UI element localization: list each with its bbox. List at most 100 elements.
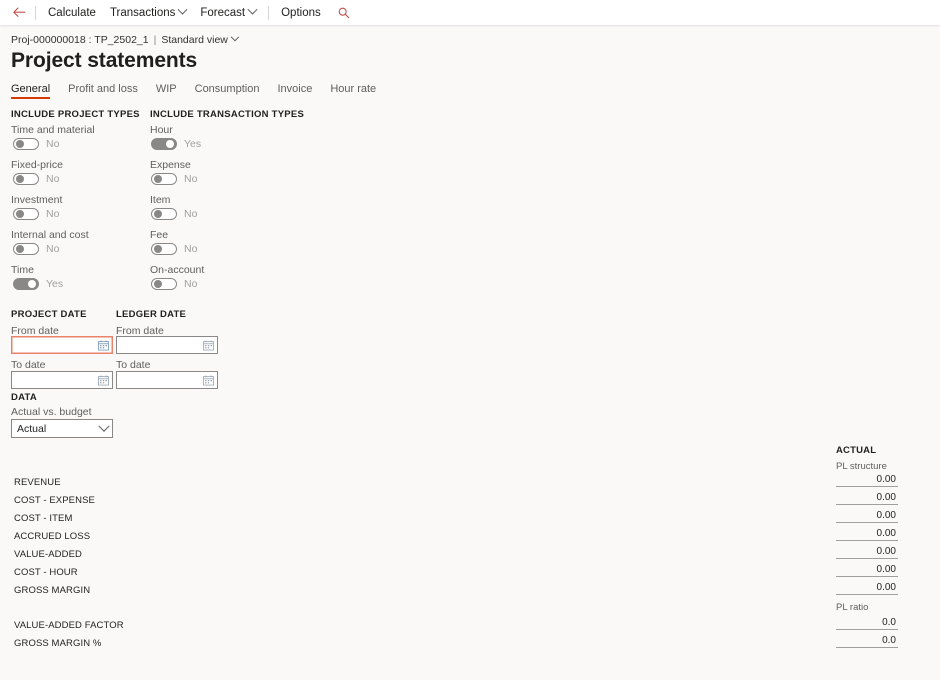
statement-row-value[interactable]: 0.00 [836,545,898,559]
toggle-fixed-price-value: No [46,173,60,185]
toggle-expense-value: No [184,173,198,185]
toggle-fee[interactable]: No [151,243,197,255]
tab-hour-rate[interactable]: Hour rate [321,83,385,99]
chevron-down-icon [177,4,188,15]
switch-knob [16,210,24,218]
toggle-expense[interactable]: No [151,173,197,185]
tab-invoice-label: Invoice [277,83,313,95]
toggle-item[interactable]: No [151,208,197,220]
statement-row-value[interactable]: 0.00 [836,473,898,487]
switch-knob [28,280,36,288]
tab-strip: General Profit and loss WIP Consumption … [11,83,385,99]
breadcrumb-view-selector[interactable]: Standard view [161,32,240,46]
label-hour: Hour [150,124,173,136]
toggle-internal-and-cost-value: No [46,243,60,255]
breadcrumb: Proj-000000018 : TP_2502_1 | Standard vi… [11,32,240,46]
switch-track [151,278,177,290]
page-title: Project statements [11,49,198,72]
statement-row-label: COST - EXPENSE [14,495,95,506]
search-icon[interactable] [334,4,354,22]
breadcrumb-view-label: Standard view [161,34,228,46]
toggle-on-account[interactable]: No [151,278,197,290]
statement-ratio-row-label: VALUE-ADDED FACTOR [14,620,124,631]
tab-wip[interactable]: WIP [147,83,186,99]
statement-group-header-pl-ratio: PL ratio [836,602,869,613]
tab-wip-label: WIP [155,83,177,95]
statement-ratio-row-value[interactable]: 0.0 [836,616,898,630]
chevron-down-icon [98,420,110,432]
chevron-down-icon [230,32,240,42]
statement-row-value[interactable]: 0.00 [836,563,898,577]
toggle-investment[interactable]: No [13,208,59,220]
statement-column-header-actual: ACTUAL [836,445,877,456]
command-calculate[interactable]: Calculate [41,4,103,22]
label-project-to-date: To date [11,359,46,371]
switch-track [13,278,39,290]
switch-knob [154,175,162,183]
statement-row-label: ACCRUED LOSS [14,531,91,542]
toggle-time-value: Yes [46,278,64,290]
label-expense: Expense [150,159,191,171]
tab-profit-and-loss-label: Profit and loss [68,83,138,95]
switch-track [151,208,177,220]
switch-knob [166,140,174,148]
label-fee: Fee [150,229,169,241]
toggle-internal-and-cost[interactable]: No [13,243,59,255]
label-time-and-material: Time and material [11,124,95,136]
switch-knob [16,245,24,253]
toggle-time[interactable]: Yes [13,278,63,290]
command-transactions[interactable]: Transactions [103,4,193,22]
section-include-project-types: INCLUDE PROJECT TYPES [11,109,140,120]
tab-consumption[interactable]: Consumption [186,83,269,99]
statement-row-value[interactable]: 0.00 [836,491,898,505]
toggle-time-and-material-value: No [46,138,60,150]
ledger-to-date-input[interactable] [116,371,218,389]
tab-invoice[interactable]: Invoice [268,83,321,99]
project-from-date-input[interactable] [11,336,113,354]
statement-row-value[interactable]: 0.00 [836,527,898,541]
command-options[interactable]: Options [274,4,328,22]
section-ledger-date: LEDGER DATE [116,309,187,320]
statement-row-label: COST - ITEM [14,513,73,524]
command-options-label: Options [281,6,321,19]
switch-track [151,138,177,150]
statement-row-label: REVENUE [14,477,61,488]
tab-profit-and-loss[interactable]: Profit and loss [59,83,147,99]
app-root: Calculate Transactions Forecast Options … [0,0,940,680]
toggle-fixed-price[interactable]: No [13,173,59,185]
toggle-hour-value: Yes [184,138,202,150]
command-transactions-label: Transactions [109,6,176,19]
switch-track [151,173,177,185]
calendar-icon [203,375,214,385]
section-project-date: PROJECT DATE [11,309,87,320]
actual-vs-budget-value: Actual [17,422,47,435]
statement-row-value[interactable]: 0.00 [836,509,898,523]
switch-knob [154,245,162,253]
toggle-time-and-material[interactable]: No [13,138,59,150]
tab-hour-rate-label: Hour rate [330,83,377,95]
switch-knob [154,210,162,218]
toggle-hour[interactable]: Yes [151,138,201,150]
command-bar: Calculate Transactions Forecast Options [0,0,940,25]
switch-track [13,243,39,255]
section-data: DATA [11,392,37,403]
project-to-date-input[interactable] [11,371,113,389]
actual-vs-budget-select[interactable]: Actual [11,419,113,438]
label-on-account: On-account [150,264,205,276]
tab-general[interactable]: General [11,83,59,99]
switch-knob [154,280,162,288]
command-forecast-label: Forecast [200,6,246,19]
statement-ratio-row-value[interactable]: 0.0 [836,634,898,648]
command-forecast[interactable]: Forecast [193,4,263,22]
statement-row-label: GROSS MARGIN [14,585,91,596]
ledger-from-date-input[interactable] [116,336,218,354]
breadcrumb-project: Proj-000000018 : TP_2502_1 [11,34,149,46]
toggle-on-account-value: No [184,278,198,290]
back-arrow-icon[interactable] [8,4,30,22]
label-item: Item [150,194,171,206]
statement-ratio-row-label: GROSS MARGIN % [14,638,102,649]
label-actual-vs-budget: Actual vs. budget [11,406,92,418]
calendar-icon [98,340,109,350]
section-include-transaction-types: INCLUDE TRANSACTION TYPES [150,109,305,120]
statement-row-value[interactable]: 0.00 [836,581,898,595]
